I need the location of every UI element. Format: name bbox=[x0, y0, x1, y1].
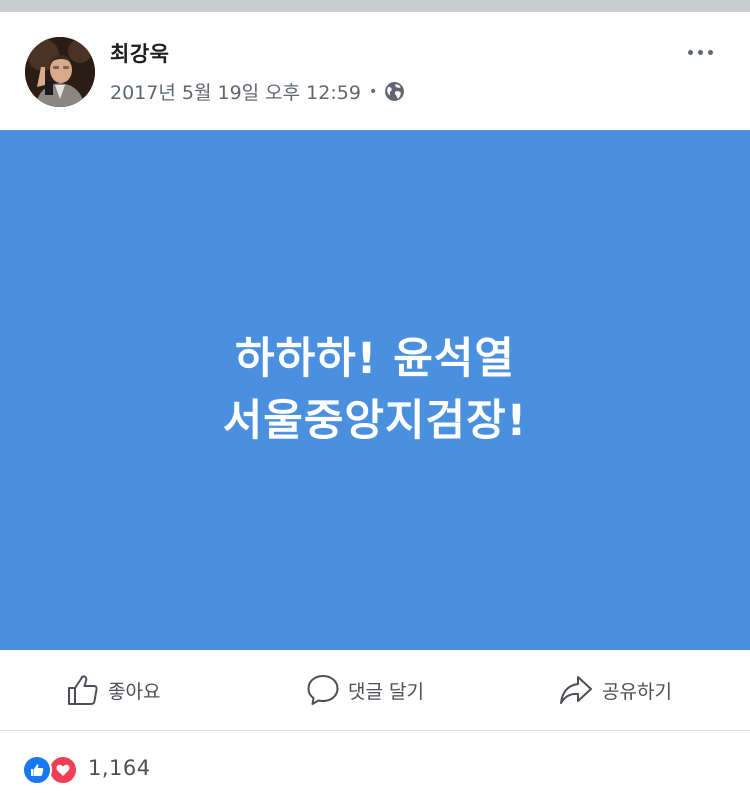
meta-separator: • bbox=[368, 83, 378, 100]
author-name[interactable]: 최강욱 bbox=[110, 38, 169, 68]
comment-label: 댓글 달기 bbox=[348, 680, 424, 703]
image-text-line1: 하하하! 윤석열 bbox=[235, 334, 515, 384]
post-header: 최강욱 2017년 5월 19일 오후 12:59 • bbox=[0, 12, 750, 130]
post-meta: 2017년 5월 19일 오후 12:59 • bbox=[110, 78, 405, 105]
top-divider bbox=[0, 0, 750, 12]
post-timestamp[interactable]: 2017년 5월 19일 오후 12:59 bbox=[110, 78, 361, 105]
reaction-icons bbox=[22, 753, 80, 785]
love-reaction-icon bbox=[48, 755, 78, 785]
speech-bubble-icon bbox=[307, 675, 339, 705]
share-arrow-icon bbox=[560, 676, 592, 704]
like-button[interactable]: 좋아요 bbox=[66, 672, 160, 708]
reactions-summary[interactable]: 1,164 bbox=[22, 748, 151, 788]
globe-icon[interactable] bbox=[384, 81, 405, 102]
actions-bar: 좋아요 댓글 달기 공유하기 bbox=[0, 650, 750, 731]
image-text-line2: 서울중앙지검장! bbox=[222, 396, 528, 446]
like-label: 좋아요 bbox=[108, 680, 161, 703]
thumbs-up-icon bbox=[68, 675, 98, 705]
reaction-count: 1,164 bbox=[88, 756, 151, 780]
comment-button[interactable]: 댓글 달기 bbox=[306, 672, 424, 708]
more-dots-icon bbox=[687, 49, 693, 55]
avatar[interactable] bbox=[25, 37, 95, 107]
more-options-button[interactable] bbox=[680, 40, 720, 64]
share-button[interactable]: 공유하기 bbox=[558, 672, 672, 708]
share-label: 공유하기 bbox=[602, 680, 672, 703]
like-reaction-icon bbox=[22, 755, 52, 785]
post-image[interactable]: 하하하! 윤석열 서울중앙지검장! bbox=[0, 130, 750, 650]
